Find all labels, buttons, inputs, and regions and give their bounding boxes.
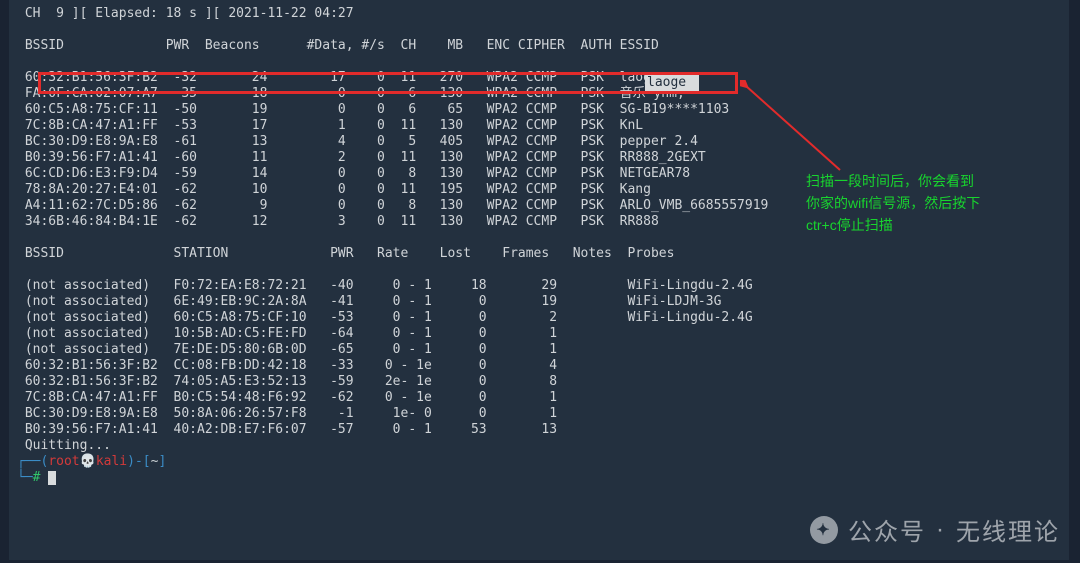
prompt-line-2[interactable]: └─# xyxy=(17,470,1061,486)
cursor xyxy=(48,471,56,485)
terminal-window[interactable]: CH 9 ][ Elapsed: 18 s ][ 2021-11-22 04:2… xyxy=(9,0,1069,560)
prompt-user: root xyxy=(48,454,79,469)
prompt-host: kali xyxy=(96,454,127,469)
skull-icon: 💀 xyxy=(80,454,96,469)
prompt-line-1: ┌──(root💀kali)-[~] xyxy=(17,454,1061,470)
annotation-text: 扫描一段时间后，你会看到 你家的wifi信号源，然后按下 ctr+c停止扫描 xyxy=(806,170,1066,236)
wechat-icon: ✦ xyxy=(810,516,838,544)
highlighted-essid: laoge xyxy=(645,75,699,91)
watermark: ✦ 公众号 · 无线理论 xyxy=(810,512,1060,547)
